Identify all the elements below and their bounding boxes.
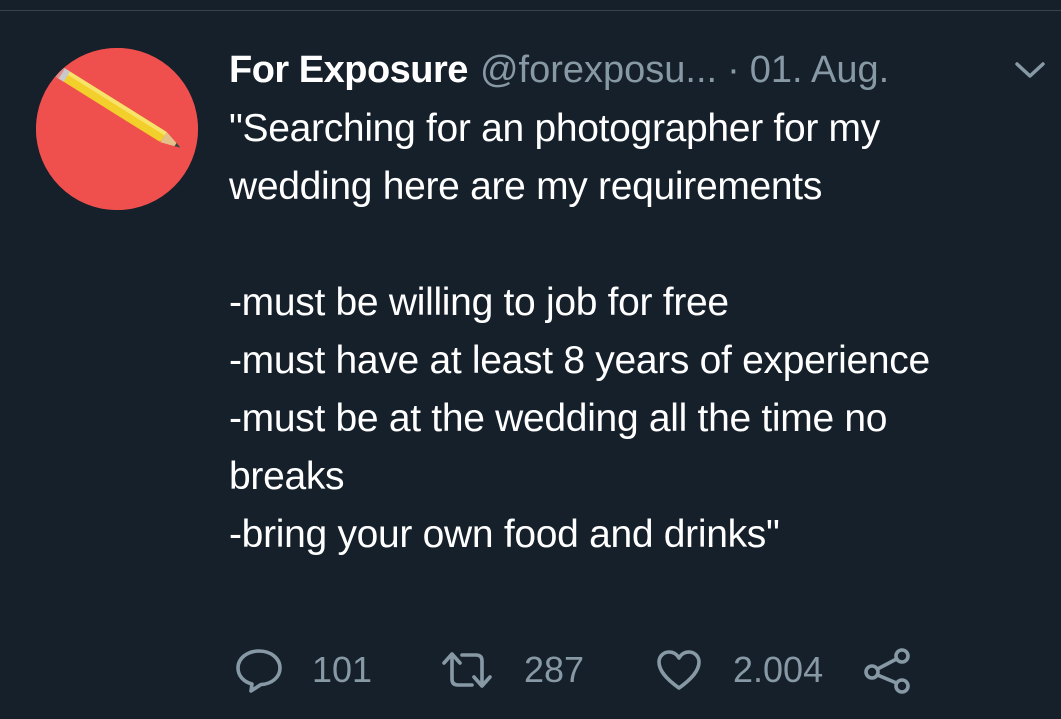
tweet-date[interactable]: 01. Aug. <box>750 46 889 94</box>
retweet-icon <box>442 652 492 688</box>
pencil-avatar-image <box>36 48 198 210</box>
reply-button[interactable]: 101 <box>234 640 372 700</box>
share-button[interactable] <box>862 640 914 700</box>
reply-icon <box>236 649 282 693</box>
tweet-text-line: breaks <box>229 455 345 498</box>
user-handle[interactable]: @forexposu... <box>480 46 717 94</box>
tweet-text-line: -bring your own food and drinks" <box>229 513 780 556</box>
tweet-text-line: "Searching for an photographer for my <box>229 107 880 150</box>
retweet-button[interactable]: 287 <box>440 640 584 700</box>
display-name[interactable]: For Exposure <box>229 46 468 94</box>
tweet-actions: 101 287 2.004 <box>0 640 1061 700</box>
reply-count: 101 <box>312 649 373 690</box>
like-count: 2.004 <box>733 649 824 690</box>
tweet[interactable]: For Exposure @forexposu... · 01. Aug. "S… <box>0 0 1061 719</box>
like-icon <box>657 650 701 690</box>
separator-dot: · <box>727 49 740 91</box>
avatar[interactable] <box>36 48 198 210</box>
tweet-text: "Searching for an photographer for my we… <box>229 100 1059 564</box>
tweet-text-line: -must be at the wedding all the time no <box>229 397 888 440</box>
tweet-header: For Exposure @forexposu... · 01. Aug. <box>229 46 889 94</box>
share-icon <box>864 648 910 694</box>
tweet-text-line: -must be willing to job for free <box>229 281 729 324</box>
retweet-count: 287 <box>524 649 585 690</box>
tweet-text-line: -must have at least 8 years of experienc… <box>229 339 930 382</box>
tweet-text-line: wedding here are my requirements <box>229 165 823 208</box>
chevron-down-icon[interactable] <box>1013 58 1047 82</box>
like-button[interactable]: 2.004 <box>655 640 823 700</box>
